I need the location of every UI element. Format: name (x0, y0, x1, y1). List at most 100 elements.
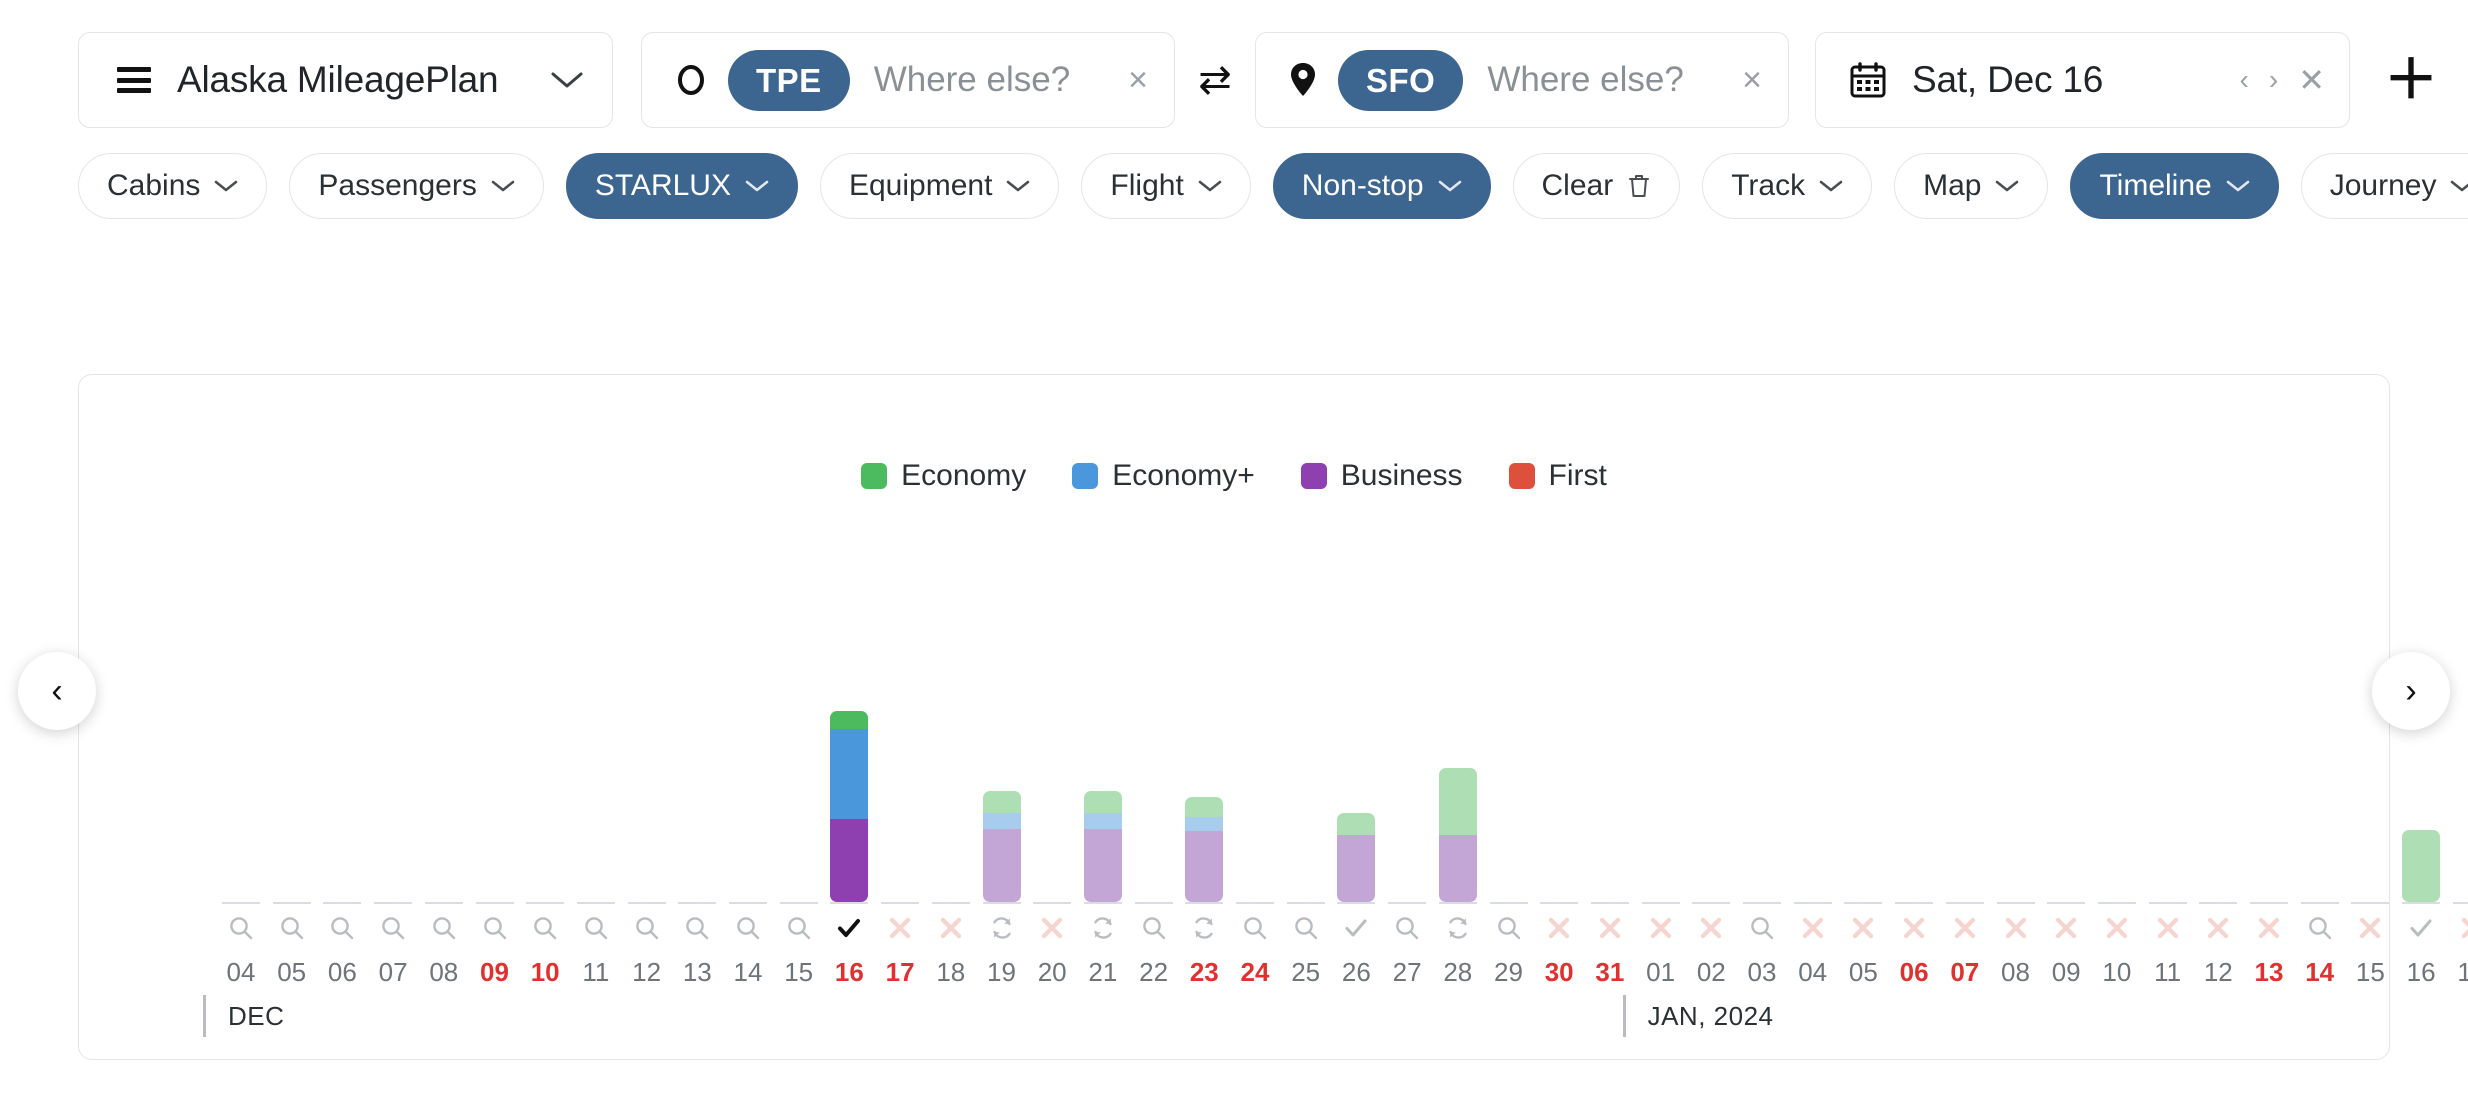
date-field[interactable]: Sat, Dec 16 ‹ › ✕ (1815, 32, 2350, 128)
timeline-bar[interactable] (982, 791, 1021, 902)
refresh-icon[interactable] (1079, 915, 1127, 941)
search-icon[interactable] (1383, 915, 1431, 941)
timeline-next-button[interactable]: › (2372, 652, 2450, 730)
refresh-icon[interactable] (1434, 915, 1482, 941)
unavailable-x-icon[interactable] (2093, 915, 2141, 941)
axis-day-label[interactable]: 18 (927, 957, 975, 988)
destination-field[interactable]: SFO Where else? × (1255, 32, 1789, 128)
check-icon[interactable] (1332, 915, 1380, 941)
axis-day-label[interactable]: 08 (420, 957, 468, 988)
axis-day-label[interactable]: 31 (1586, 957, 1634, 988)
axis-day-label[interactable]: 02 (1687, 957, 1735, 988)
axis-day-label[interactable]: 10 (2093, 957, 2141, 988)
unavailable-x-icon[interactable] (1687, 915, 1735, 941)
filter-passengers[interactable]: Passengers (289, 153, 544, 219)
search-icon[interactable] (1485, 915, 1533, 941)
axis-day-label[interactable]: 08 (1992, 957, 2040, 988)
unavailable-x-icon[interactable] (2194, 915, 2242, 941)
destination-code-chip[interactable]: SFO (1338, 49, 1464, 111)
search-icon[interactable] (471, 915, 519, 941)
axis-day-label[interactable]: 27 (1383, 957, 1431, 988)
timeline-bar[interactable] (1083, 791, 1122, 902)
filter-map[interactable]: Map (1894, 153, 2049, 219)
unavailable-x-icon[interactable] (1789, 915, 1837, 941)
axis-day-label[interactable]: 12 (623, 957, 671, 988)
search-icon[interactable] (2296, 915, 2344, 941)
axis-day-label[interactable]: 07 (1941, 957, 1989, 988)
timeline-bar[interactable] (1438, 768, 1477, 902)
axis-day-label[interactable]: 04 (217, 957, 265, 988)
check-icon-selected[interactable] (825, 915, 873, 941)
axis-day-label[interactable]: 15 (2346, 957, 2394, 988)
timeline-bar[interactable] (1337, 813, 1376, 902)
filter-track[interactable]: Track (1702, 153, 1873, 219)
unavailable-x-icon[interactable] (2346, 915, 2394, 941)
search-icon[interactable] (521, 915, 569, 941)
axis-day-label[interactable]: 05 (1839, 957, 1887, 988)
axis-day-label[interactable]: 23 (1180, 957, 1228, 988)
unavailable-x-icon[interactable] (2144, 915, 2192, 941)
search-icon[interactable] (318, 915, 366, 941)
filter-cabins[interactable]: Cabins (78, 153, 268, 219)
axis-day-label[interactable]: 09 (471, 957, 519, 988)
unavailable-x-icon[interactable] (2245, 915, 2293, 941)
chevron-down-icon[interactable] (550, 70, 584, 90)
unavailable-x-icon[interactable] (876, 915, 924, 941)
timeline-bar[interactable] (2402, 830, 2441, 902)
search-icon[interactable] (673, 915, 721, 941)
date-prev-button[interactable]: ‹ (2240, 66, 2249, 94)
axis-day-label[interactable]: 11 (572, 957, 620, 988)
loyalty-program-selector[interactable]: Alaska MileagePlan (78, 32, 613, 128)
axis-day-label[interactable]: 12 (2194, 957, 2242, 988)
axis-day-label[interactable]: 20 (1028, 957, 1076, 988)
axis-day-label[interactable]: 13 (673, 957, 721, 988)
filter-equipment[interactable]: Equipment (819, 153, 1060, 219)
filter-clear[interactable]: Clear (1512, 153, 1681, 219)
add-segment-button[interactable]: ＋ (2384, 53, 2438, 107)
axis-day-label[interactable]: 04 (1789, 957, 1837, 988)
date-next-button[interactable]: › (2269, 66, 2278, 94)
axis-day-label[interactable]: 25 (1282, 957, 1330, 988)
axis-day-label[interactable]: 17 (876, 957, 924, 988)
unavailable-x-icon[interactable] (1586, 915, 1634, 941)
filter-journey[interactable]: Journey (2300, 153, 2468, 219)
axis-day-label[interactable]: 09 (2042, 957, 2090, 988)
destination-placeholder[interactable]: Where else? (1487, 60, 1683, 100)
axis-day-label[interactable]: 13 (2245, 957, 2293, 988)
refresh-icon[interactable] (978, 915, 1026, 941)
axis-day-label[interactable]: 16 (2397, 957, 2445, 988)
unavailable-x-icon[interactable] (1839, 915, 1887, 941)
search-icon[interactable] (623, 915, 671, 941)
axis-day-label[interactable]: 10 (521, 957, 569, 988)
timeline-prev-button[interactable]: ‹ (18, 652, 96, 730)
axis-day-label[interactable]: 07 (369, 957, 417, 988)
axis-day-label[interactable]: 14 (2296, 957, 2344, 988)
timeline-bar[interactable] (1185, 797, 1224, 902)
unavailable-x-icon[interactable] (1890, 915, 1938, 941)
origin-placeholder[interactable]: Where else? (874, 60, 1070, 100)
origin-field[interactable]: TPE Where else? × (641, 32, 1175, 128)
axis-day-label[interactable]: 11 (2144, 957, 2192, 988)
check-icon[interactable] (2397, 915, 2445, 941)
axis-day-label[interactable]: 05 (268, 957, 316, 988)
axis-day-label[interactable]: 06 (1890, 957, 1938, 988)
unavailable-x-icon[interactable] (1941, 915, 1989, 941)
swap-route-button[interactable]: ⇄ (1175, 57, 1255, 103)
axis-day-label[interactable]: 01 (1637, 957, 1685, 988)
search-icon[interactable] (1231, 915, 1279, 941)
axis-day-label[interactable]: 29 (1485, 957, 1533, 988)
unavailable-x-icon[interactable] (1637, 915, 1685, 941)
origin-clear-icon[interactable]: × (1128, 63, 1148, 97)
search-icon[interactable] (1130, 915, 1178, 941)
filter-airline[interactable]: STARLUX (565, 153, 798, 219)
axis-day-label[interactable]: 30 (1535, 957, 1583, 988)
search-icon[interactable] (1282, 915, 1330, 941)
search-icon[interactable] (724, 915, 772, 941)
axis-day-label[interactable]: 06 (318, 957, 366, 988)
filter-timeline[interactable]: Timeline (2070, 153, 2279, 219)
unavailable-x-icon[interactable] (1535, 915, 1583, 941)
unavailable-x-icon[interactable] (2042, 915, 2090, 941)
axis-day-label[interactable]: 03 (1738, 957, 1786, 988)
destination-clear-icon[interactable]: × (1742, 63, 1762, 97)
search-icon[interactable] (572, 915, 620, 941)
